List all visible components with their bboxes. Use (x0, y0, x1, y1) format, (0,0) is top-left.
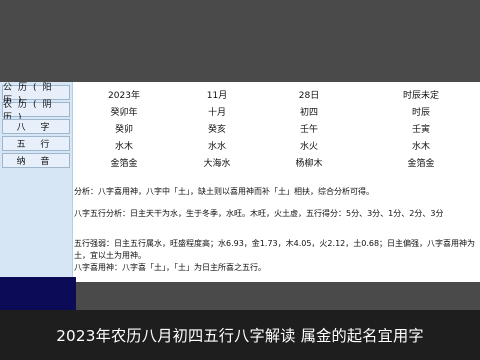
cell: 癸卯 (114, 125, 133, 135)
row-header-bazi: 八 字 (2, 119, 70, 134)
cell: 28日 (298, 91, 320, 101)
cell: 时辰 (411, 108, 430, 118)
caption-text: 2023年农历八月初四五行八字解读 属金的起名宜用字 (56, 327, 424, 345)
analysis-line-1: 分析：八字喜用神，八字中「土」，缺土则以喜用神而补「土」相扶，综合分析可得。 (74, 187, 374, 196)
cell: 水火 (299, 142, 318, 152)
cell: 水木 (114, 142, 133, 152)
bazi-table: 2023年 癸卯年 癸卯 水木 金箔金 11月 十月 癸亥 水水 大海水 28日… (74, 82, 480, 180)
cell: 水木 (411, 142, 430, 152)
caption-bar: 2023年农历八月初四五行八字解读 属金的起名宜用字 (0, 310, 480, 360)
cell: 初四 (299, 108, 318, 118)
cell: 金箔金 (110, 159, 138, 169)
analysis-line-2: 八字五行分析：日主天干为水，生于冬季，水旺。木旺，火土虚，五行得分：5分、3分、… (74, 209, 444, 218)
row-header-lunar: 农历(阴历) (2, 100, 70, 123)
cell: 2023年 (108, 91, 140, 101)
top-bar (0, 0, 480, 82)
analysis-line-4: 八字喜用神：八字喜「土」，「土」为日主所喜之五行。 (74, 263, 266, 272)
cell: 大海水 (203, 159, 231, 169)
analysis-line-3: 五行强弱：日主五行属水，旺盛程度高；水6.93，金1.73，木4.05，火2.1… (74, 239, 476, 260)
cell: 时辰未定 (402, 91, 439, 101)
cell: 杨柳木 (295, 159, 323, 169)
cell: 水水 (207, 142, 226, 152)
cell: 壬寅 (411, 125, 430, 135)
cell: 11月 (206, 91, 228, 101)
cell: 十月 (207, 108, 226, 118)
cell: 壬午 (299, 125, 318, 135)
row-header-nayin: 纳 音 (2, 153, 70, 168)
cell: 癸亥 (207, 125, 226, 135)
cell: 癸卯年 (110, 108, 138, 118)
cell: 金箔金 (407, 159, 435, 169)
dark-blue-block (0, 277, 76, 310)
row-header-wuxing: 五 行 (2, 136, 70, 151)
